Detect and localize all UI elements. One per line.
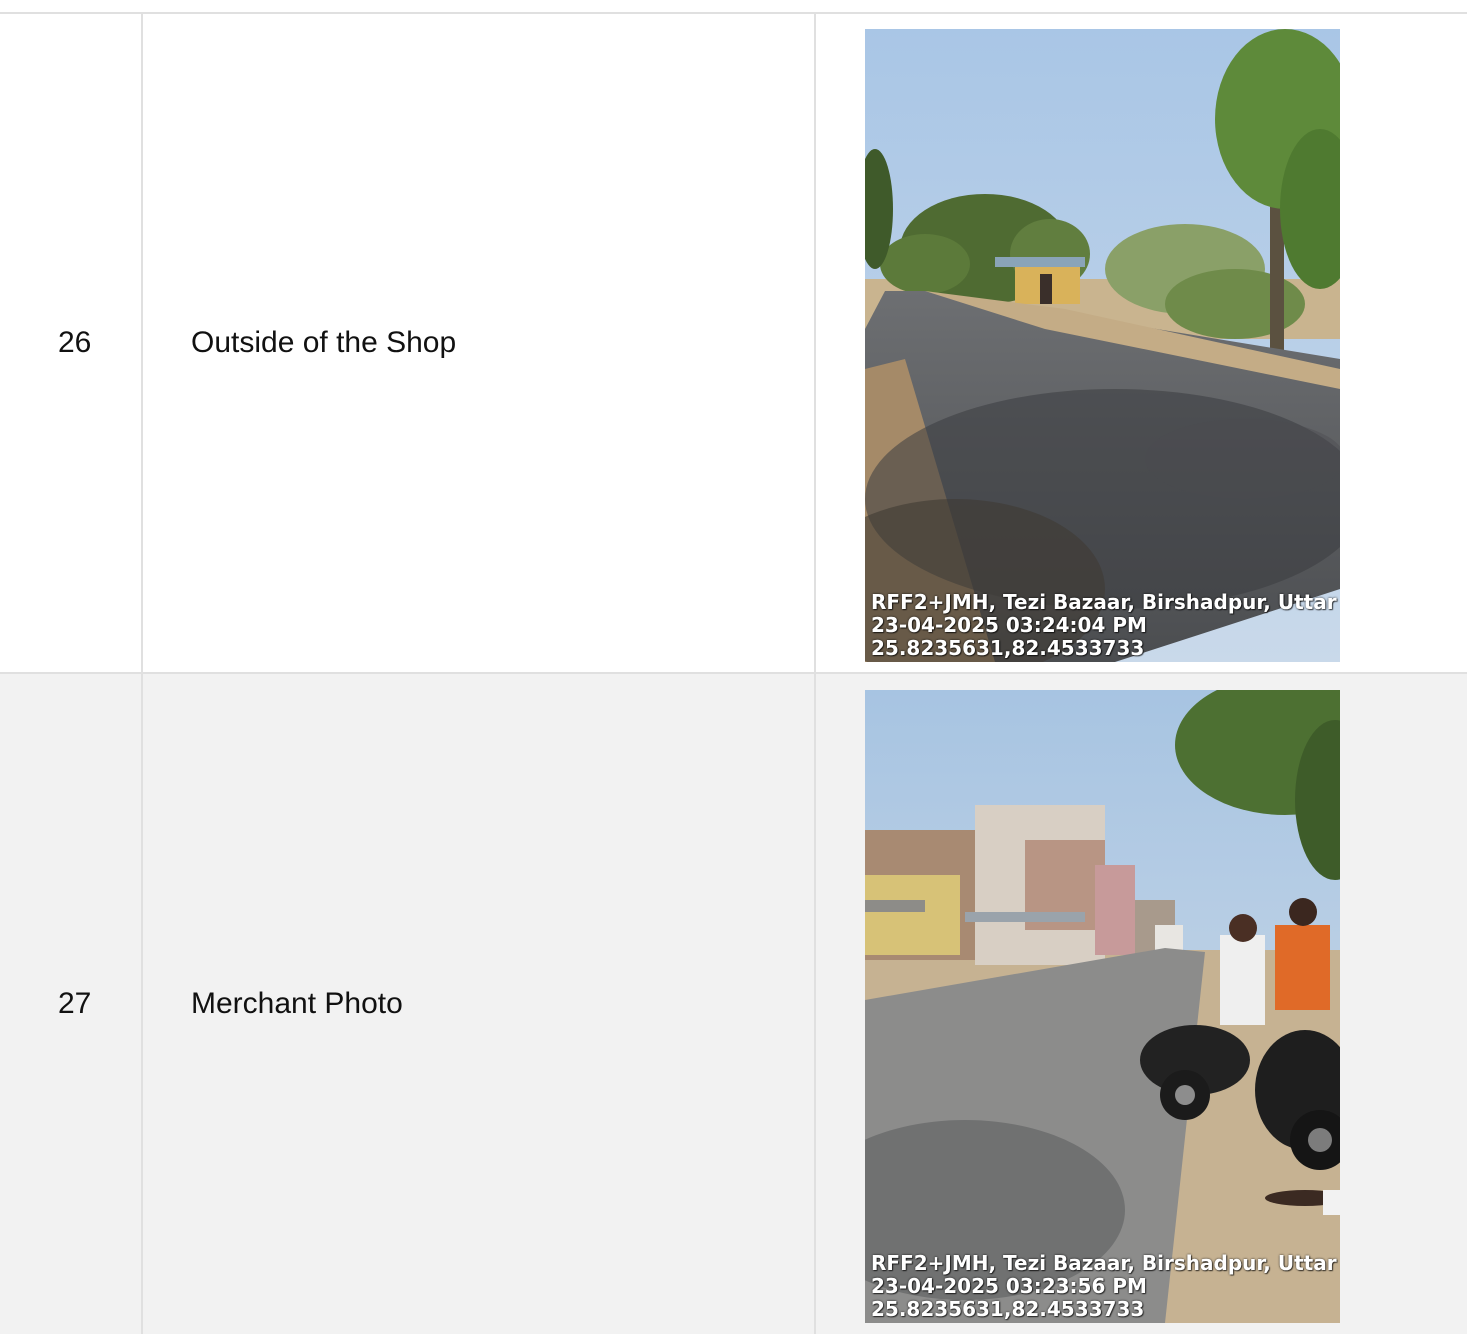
geotag-coordinates: 25.8235631,82.4533733 [871, 636, 1145, 660]
road-scene-image [865, 29, 1340, 662]
table-row: 27 Merchant Photo RFF2+JMH, Tezi Bazaar,… [0, 674, 1467, 1334]
geotag-coordinates: 25.8235631,82.4533733 [871, 1297, 1145, 1321]
geotag-address: RFF2+JMH, Tezi Bazaar, Birshadpur, Uttar… [871, 1251, 1340, 1275]
geotag-datetime: 23-04-2025 03:24:04 PM [871, 613, 1147, 637]
geotag-address: RFF2+JMH, Tezi Bazaar, Birshadpur, Uttar… [871, 590, 1340, 614]
photo-cell: RFF2+JMH, Tezi Bazaar, Birshadpur, Uttar… [816, 674, 1467, 1334]
merchant-photo[interactable]: RFF2+JMH, Tezi Bazaar, Birshadpur, Uttar… [865, 690, 1340, 1323]
row-number: 27 [0, 674, 143, 1334]
table-row: 26 Outside of the Shop RFF2+JMH, Tezi Ba… [0, 14, 1467, 674]
photo-table: 26 Outside of the Shop RFF2+JMH, Tezi Ba… [0, 12, 1467, 1334]
photo-geotag-stamp: RFF2+JMH, Tezi Bazaar, Birshadpur, Uttar… [871, 591, 1340, 660]
street-scene-image [865, 690, 1340, 1323]
photo-cell: RFF2+JMH, Tezi Bazaar, Birshadpur, Uttar… [816, 14, 1467, 672]
geotag-datetime: 23-04-2025 03:23:56 PM [871, 1274, 1147, 1298]
row-number: 26 [0, 14, 143, 672]
photo-geotag-stamp: RFF2+JMH, Tezi Bazaar, Birshadpur, Uttar… [871, 1252, 1340, 1321]
shop-outside-photo[interactable]: RFF2+JMH, Tezi Bazaar, Birshadpur, Uttar… [865, 29, 1340, 662]
row-label: Merchant Photo [143, 674, 816, 1334]
row-label: Outside of the Shop [143, 14, 816, 672]
